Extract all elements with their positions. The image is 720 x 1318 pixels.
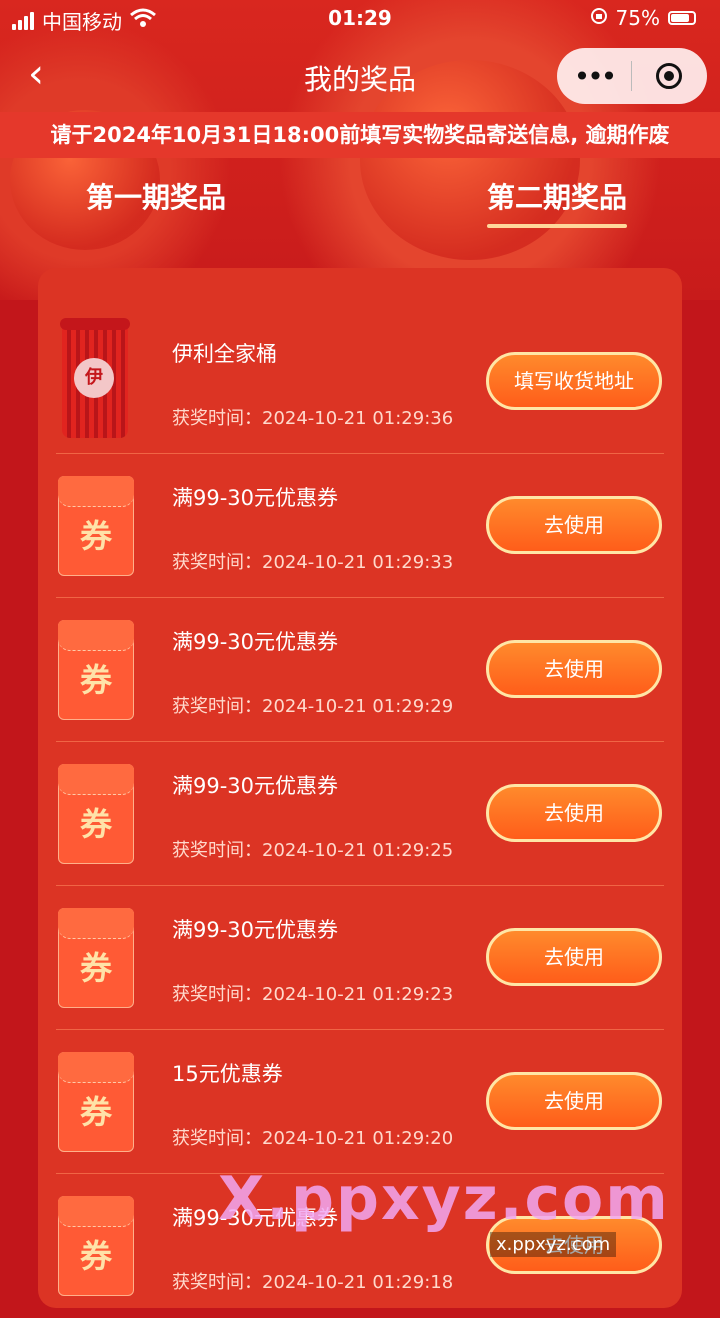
coupon-glyph: 券: [79, 805, 112, 843]
coupon-icon: 券: [58, 476, 134, 576]
prize-time: 获奖时间：2024-10-21 01:29:20: [172, 1128, 454, 1149]
coupon-glyph: 券: [79, 1093, 112, 1131]
tab-period-1[interactable]: 第一期奖品: [86, 176, 226, 216]
coupon-glyph: 券: [79, 661, 112, 699]
orientation-lock-icon: [590, 6, 608, 30]
use-coupon-button[interactable]: 去使用: [486, 784, 662, 842]
tab-period-2[interactable]: 第二期奖品: [487, 176, 628, 228]
coupon-icon: 券: [58, 620, 134, 720]
prize-name: 伊利全家桶: [172, 342, 277, 366]
product-image: 伊: [58, 318, 134, 438]
coupon-glyph: 券: [79, 949, 112, 987]
close-miniprogram-button[interactable]: [632, 63, 706, 89]
coupon-glyph: 券: [79, 1237, 112, 1275]
target-icon: [656, 63, 682, 89]
prize-time: 获奖时间：2024-10-21 01:29:36: [172, 408, 454, 429]
prize-time: 获奖时间：2024-10-21 01:29:33: [172, 552, 454, 573]
use-coupon-button[interactable]: 去使用: [486, 496, 662, 554]
prize-name: 满99-30元优惠券: [172, 774, 339, 798]
prize-row: 伊 伊利全家桶 获奖时间：2024-10-21 01:29:36 填写收货地址: [38, 310, 682, 454]
prize-list: 伊 伊利全家桶 获奖时间：2024-10-21 01:29:36 填写收货地址 …: [38, 268, 682, 1308]
prize-row: 券 满99-30元优惠券 获奖时间：2024-10-21 01:29:25 去使…: [38, 742, 682, 886]
use-coupon-button[interactable]: 去使用: [486, 640, 662, 698]
battery-percent: 75%: [615, 6, 660, 30]
prize-name: 满99-30元优惠券: [172, 486, 339, 510]
prize-time: 获奖时间：2024-10-21 01:29:18: [172, 1272, 454, 1293]
coupon-icon: 券: [58, 908, 134, 1008]
coupon-icon: 券: [58, 1052, 134, 1152]
prize-row: 券 满99-30元优惠券 获奖时间：2024-10-21 01:29:33 去使…: [38, 454, 682, 598]
prize-row: 券 满99-30元优惠券 获奖时间：2024-10-21 01:29:23 去使…: [38, 886, 682, 1030]
status-bar: 中国移动 01:29 75%: [0, 0, 720, 36]
miniprogram-capsule: •••: [557, 48, 707, 104]
prize-time: 获奖时间：2024-10-21 01:29:23: [172, 984, 454, 1005]
battery-icon: [668, 11, 696, 25]
more-menu-button[interactable]: •••: [557, 60, 631, 93]
prize-name: 15元优惠券: [172, 1062, 283, 1086]
prize-time: 获奖时间：2024-10-21 01:29:29: [172, 696, 454, 717]
deadline-notice: 请于2024年10月31日18:00前填写实物奖品寄送信息, 逾期作废: [0, 112, 720, 158]
prize-name: 满99-30元优惠券: [172, 630, 339, 654]
prize-row: 券 15元优惠券 获奖时间：2024-10-21 01:29:20 去使用: [38, 1030, 682, 1174]
use-coupon-button[interactable]: 去使用: [486, 1072, 662, 1130]
use-coupon-button[interactable]: 去使用: [486, 928, 662, 986]
prize-row: 券 满99-30元优惠券 获奖时间：2024-10-21 01:29:29 去使…: [38, 598, 682, 742]
brand-logo: 伊: [74, 358, 114, 398]
can-lid: [60, 318, 130, 330]
watermark-logo: X.ppxyz.com: [218, 1164, 670, 1234]
product-can: 伊: [60, 318, 130, 438]
fill-address-button[interactable]: 填写收货地址: [486, 352, 662, 410]
coupon-icon: 券: [58, 764, 134, 864]
coupon-icon: 券: [58, 1196, 134, 1296]
nav-bar: ‹ 我的奖品 •••: [0, 44, 720, 108]
prize-tabs: 第一期奖品 第二期奖品: [0, 170, 720, 230]
coupon-glyph: 券: [79, 517, 112, 555]
prize-name: 满99-30元优惠券: [172, 918, 339, 942]
prize-time: 获奖时间：2024-10-21 01:29:25: [172, 840, 454, 861]
watermark-url: x.ppxyz.com: [490, 1232, 617, 1257]
